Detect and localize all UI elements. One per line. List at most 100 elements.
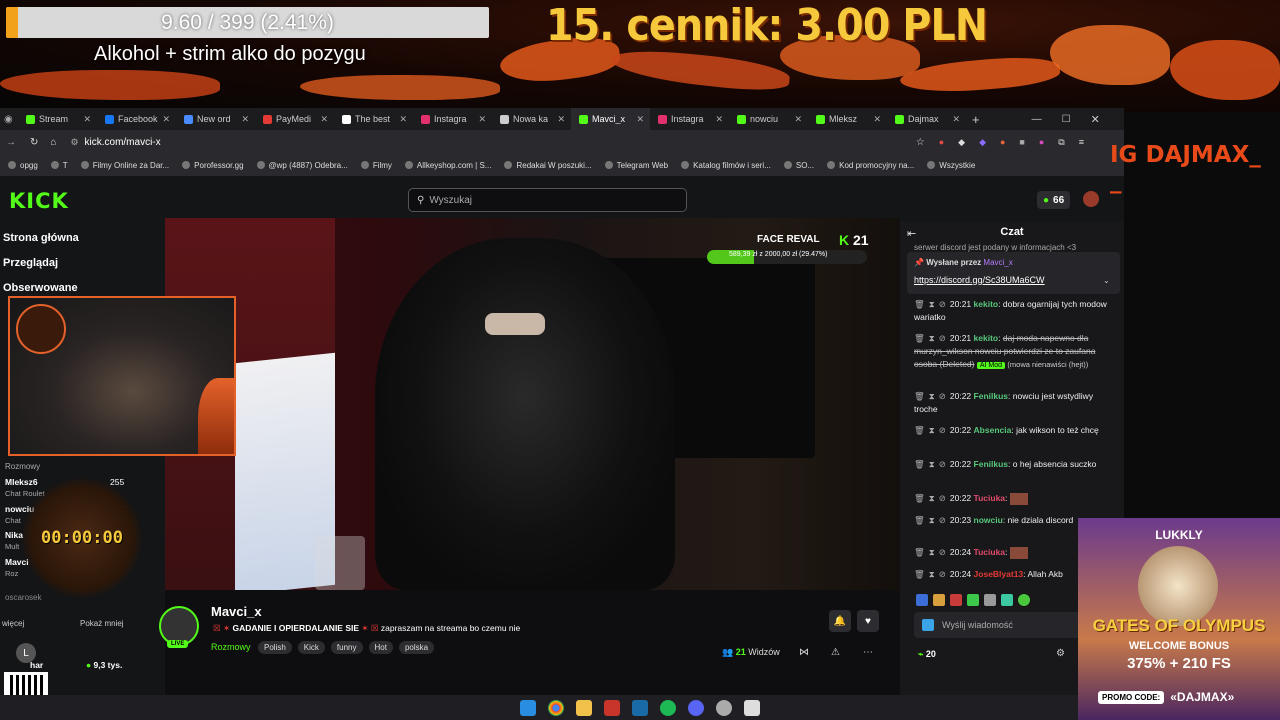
chat-username[interactable]: Fenilkus: [974, 391, 1008, 401]
ban-icon[interactable]: ⊘: [939, 515, 946, 525]
ban-icon[interactable]: ⊘: [939, 493, 946, 503]
tab[interactable]: nowciu ✕: [729, 108, 808, 130]
bookmark-item[interactable]: Telegram Web: [604, 161, 668, 170]
close-window-button[interactable]: ✕: [1091, 113, 1100, 126]
chat-username[interactable]: Tuciuka: [974, 547, 1006, 557]
bookmark-item[interactable]: Porofessor.gg: [182, 161, 244, 170]
chat-username[interactable]: kekito: [974, 333, 999, 343]
tag-pill[interactable]: Hot: [368, 641, 393, 654]
tab[interactable]: Instagra ✕: [413, 108, 492, 130]
sidebar-channel[interactable]: oscarosek: [5, 593, 41, 602]
extension-icon[interactable]: ●: [1000, 137, 1005, 147]
channel-points[interactable]: ⌁ 20: [918, 649, 936, 660]
discord-icon[interactable]: [688, 699, 704, 716]
notifications-bell-icon[interactable]: 🔔: [829, 610, 851, 632]
chat-username[interactable]: Tuciuka: [974, 493, 1006, 503]
forward-icon[interactable]: →: [6, 137, 16, 148]
timeout-icon[interactable]: ⧗: [929, 391, 935, 401]
start-icon[interactable]: [520, 699, 536, 716]
emote-icon[interactable]: [1001, 594, 1013, 606]
tab[interactable]: PayMedi ✕: [255, 108, 334, 130]
ban-icon[interactable]: ⊘: [939, 333, 946, 343]
bookmark-item[interactable]: @wp (4887) Odebra...: [256, 161, 348, 170]
sidebar-channel[interactable]: Nika: [5, 530, 23, 540]
search-input[interactable]: ⚲ Wyszukaj: [408, 188, 687, 212]
tab[interactable]: Stream ✕: [18, 108, 97, 130]
close-tab-icon[interactable]: ✕: [557, 114, 565, 125]
chat-username[interactable]: Fenilkus: [974, 459, 1008, 469]
tag-pill[interactable]: polska: [398, 641, 435, 654]
kick-points[interactable]: ● 66: [1037, 191, 1071, 209]
tab[interactable]: The best ✕: [334, 108, 413, 130]
extension-icon[interactable]: ◆: [979, 137, 986, 148]
sidebar-home[interactable]: Strona główna: [3, 232, 79, 244]
emote-icon[interactable]: [967, 594, 979, 606]
show-less-link[interactable]: Pokaż mniej: [80, 619, 124, 628]
chat-settings-icon[interactable]: ⚙: [1056, 648, 1065, 659]
maximize-button[interactable]: ☐: [1062, 114, 1071, 125]
bookmark-item[interactable]: Wszystkie: [927, 161, 975, 170]
new-tab-button[interactable]: +: [972, 112, 980, 127]
emote-icon[interactable]: [1018, 594, 1030, 606]
follow-heart-icon[interactable]: ♥: [857, 610, 879, 632]
bookmark-item[interactable]: Kod promocyjny na...: [827, 161, 914, 170]
emote-picker-icon[interactable]: [922, 619, 934, 631]
timeout-icon[interactable]: ⧗: [929, 459, 935, 469]
reload-icon[interactable]: ↻: [30, 137, 38, 148]
channel-name[interactable]: Mavci_x: [211, 604, 262, 619]
chat-username[interactable]: JoseBlyat13: [974, 569, 1024, 579]
delete-icon[interactable]: 🗑: [914, 515, 925, 525]
puzzle-icon[interactable]: ⧉: [1058, 137, 1064, 148]
chat-username[interactable]: nowciu: [974, 515, 1003, 525]
extension-icon[interactable]: ◆: [958, 137, 965, 148]
timeout-icon[interactable]: ⧗: [929, 299, 935, 309]
delete-icon[interactable]: 🗑: [914, 493, 925, 503]
tab[interactable]: Instagra ✕: [650, 108, 729, 130]
close-tab-icon[interactable]: ✕: [399, 114, 407, 125]
close-tab-icon[interactable]: ✕: [83, 114, 91, 125]
steam-icon[interactable]: [632, 699, 648, 716]
delete-icon[interactable]: 🗑: [914, 459, 925, 469]
tab[interactable]: Nowa ka ✕: [492, 108, 571, 130]
delete-icon[interactable]: 🗑: [914, 547, 925, 557]
sidebar-channel[interactable]: Mleksz6: [5, 477, 38, 487]
close-tab-icon[interactable]: ✕: [320, 114, 328, 125]
bookmark-item[interactable]: opgg: [8, 161, 38, 170]
timeout-icon[interactable]: ⧗: [929, 515, 935, 525]
bookmark-item[interactable]: Filmy: [360, 161, 392, 170]
close-tab-icon[interactable]: ✕: [873, 114, 881, 125]
delete-icon[interactable]: 🗑: [914, 391, 925, 401]
bookmark-item[interactable]: T: [50, 161, 68, 170]
close-tab-icon[interactable]: ✕: [715, 114, 723, 125]
tab[interactable]: New ord ✕: [176, 108, 255, 130]
emote-icon[interactable]: [916, 594, 928, 606]
app-icon[interactable]: [744, 699, 760, 716]
ban-icon[interactable]: ⊘: [939, 459, 946, 469]
tab[interactable]: Dajmax ✕: [887, 108, 966, 130]
close-tab-icon[interactable]: ✕: [794, 114, 802, 125]
sidebar-following[interactable]: Obserwowane: [3, 282, 78, 294]
timeout-icon[interactable]: ⧗: [929, 333, 935, 343]
home-icon[interactable]: ⌂: [50, 137, 56, 148]
url-field[interactable]: kick.com/mavci-x: [85, 137, 161, 148]
minimize-button[interactable]: —: [1032, 114, 1042, 125]
expand-pinned-icon[interactable]: ⌄: [1103, 276, 1110, 285]
close-tab-icon[interactable]: ✕: [636, 114, 644, 125]
extension-icon[interactable]: ●: [1039, 137, 1044, 147]
bookmark-item[interactable]: Redakai W poszuki...: [504, 161, 592, 170]
close-tab-icon[interactable]: ✕: [952, 114, 960, 125]
menu-icon[interactable]: ≡: [1079, 137, 1084, 147]
timeout-icon[interactable]: ⧗: [929, 547, 935, 557]
tag-pill[interactable]: Polish: [258, 641, 292, 654]
delete-icon[interactable]: 🗑: [914, 425, 925, 435]
sidebar-browse[interactable]: Przeglądaj: [3, 257, 58, 269]
bookmark-item[interactable]: SO...: [783, 161, 814, 170]
stream-category[interactable]: Rozmowy: [211, 642, 251, 652]
show-more-link[interactable]: więcej: [2, 619, 24, 628]
close-tab-icon[interactable]: ✕: [162, 114, 170, 125]
report-icon[interactable]: ⚠: [831, 647, 840, 658]
tag-pill[interactable]: funny: [330, 641, 363, 654]
delete-icon[interactable]: 🗑: [914, 299, 925, 309]
more-options-icon[interactable]: ⋯: [863, 647, 873, 658]
pinned-link[interactable]: https://discord.gg/Sc38UMa6CW: [914, 275, 1045, 285]
